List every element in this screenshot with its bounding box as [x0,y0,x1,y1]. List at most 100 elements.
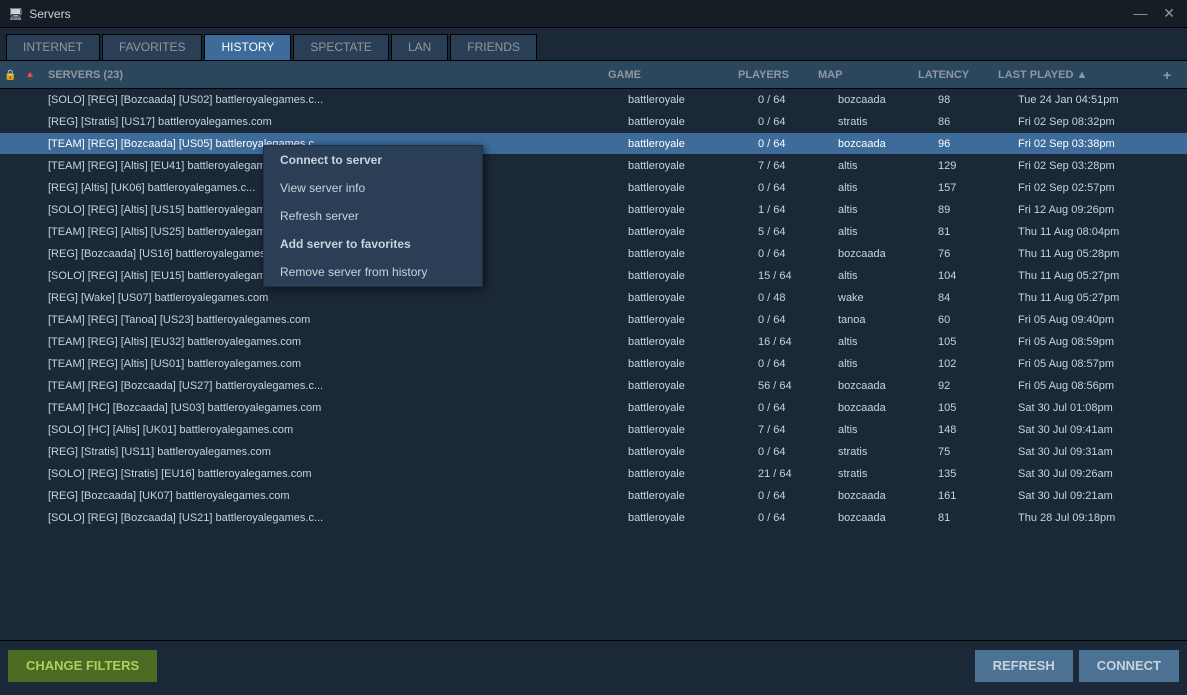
lock-icon: 🔒 [4,70,16,81]
row-game: battleroyale [628,380,758,392]
table-row[interactable]: [REG] [Bozcaada] [UK07] battleroyalegame… [0,485,1187,507]
row-map: altis [838,226,938,238]
title-bar: 🖥 Servers — ✕ [0,0,1187,28]
row-players: 7 / 64 [758,424,838,436]
table-row[interactable]: [SOLO] [REG] [Stratis] [EU16] battleroya… [0,463,1187,485]
change-filters-button[interactable]: CHANGE FILTERS [8,650,157,682]
table-row[interactable]: [TEAM] [REG] [Altis] [EU41] battleroyale… [0,155,1187,177]
table-row[interactable]: [REG] [Stratis] [US17] battleroyalegames… [0,111,1187,133]
row-game: battleroyale [628,402,758,414]
context-menu-item-view-info[interactable]: View server info [264,174,482,202]
row-latency: 92 [938,380,1018,392]
row-players: 0 / 64 [758,138,838,150]
row-lastplayed: Tue 24 Jan 04:51pm [1018,94,1183,106]
row-server-name: [REG] [Bozcaada] [UK07] battleroyalegame… [44,490,628,502]
row-server-name: [TEAM] [REG] [Bozcaada] [US27] battleroy… [44,380,628,392]
row-map: bozcaada [838,512,938,524]
row-map: bozcaada [838,490,938,502]
col-header-lastplayed[interactable]: LAST PLAYED ▲ [998,69,1163,81]
row-players: 0 / 64 [758,248,838,260]
table-row[interactable]: [TEAM] [REG] [Tanoa] [US23] battleroyale… [0,309,1187,331]
row-game: battleroyale [628,358,758,370]
refresh-button[interactable]: REFRESH [975,650,1073,682]
row-players: 16 / 64 [758,336,838,348]
row-lastplayed: Thu 11 Aug 08:04pm [1018,226,1183,238]
context-menu-item-connect[interactable]: Connect to server [264,146,482,174]
row-server-name: [SOLO] [REG] [Stratis] [EU16] battleroya… [44,468,628,480]
col-header-add[interactable]: + [1163,67,1183,83]
row-latency: 98 [938,94,1018,106]
table-row[interactable]: [SOLO] [HC] [Altis] [UK01] battleroyaleg… [0,419,1187,441]
col-header-players[interactable]: PLAYERS [738,69,818,81]
table-row[interactable]: [REG] [Stratis] [US11] battleroyalegames… [0,441,1187,463]
table-row[interactable]: [TEAM] [REG] [Bozcaada] [US27] battleroy… [0,375,1187,397]
row-game: battleroyale [628,270,758,282]
table-row[interactable]: [REG] [Bozcaada] [US16] battleroyalegame… [0,243,1187,265]
row-latency: 135 [938,468,1018,480]
table-row[interactable]: [SOLO] [REG] [Altis] [US15] battleroyale… [0,199,1187,221]
tab-history[interactable]: HISTORY [204,34,291,60]
row-players: 56 / 64 [758,380,838,392]
row-lastplayed: Sat 30 Jul 09:21am [1018,490,1183,502]
close-button[interactable]: ✕ [1159,5,1179,22]
minimize-button[interactable]: — [1129,5,1151,22]
row-game: battleroyale [628,446,758,458]
tab-lan[interactable]: LAN [391,34,448,60]
row-game: battleroyale [628,248,758,260]
row-server-name: [TEAM] [HC] [Bozcaada] [US03] battleroya… [44,402,628,414]
row-players: 5 / 64 [758,226,838,238]
row-players: 7 / 64 [758,160,838,172]
row-latency: 129 [938,160,1018,172]
table-row[interactable]: [TEAM] [REG] [Altis] [US01] battleroyale… [0,353,1187,375]
row-players: 0 / 64 [758,402,838,414]
row-lastplayed: Fri 05 Aug 08:59pm [1018,336,1183,348]
row-lastplayed: Fri 05 Aug 08:57pm [1018,358,1183,370]
tab-favorites[interactable]: FAVORITES [102,34,202,60]
tab-friends[interactable]: FRIENDS [450,34,537,60]
table-row[interactable]: [TEAM] [HC] [Bozcaada] [US03] battleroya… [0,397,1187,419]
row-lastplayed: Thu 11 Aug 05:27pm [1018,270,1183,282]
table-row[interactable]: [SOLO] [REG] [Altis] [EU15] battleroyale… [0,265,1187,287]
row-server-name: [REG] [Wake] [US07] battleroyalegames.co… [44,292,628,304]
row-game: battleroyale [628,490,758,502]
table-row[interactable]: [TEAM] [REG] [Bozcaada] [US05] battleroy… [0,133,1187,155]
row-latency: 96 [938,138,1018,150]
row-game: battleroyale [628,204,758,216]
table-row[interactable]: [TEAM] [REG] [Altis] [EU32] battleroyale… [0,331,1187,353]
row-server-name: [TEAM] [REG] [Tanoa] [US23] battleroyale… [44,314,628,326]
row-lastplayed: Fri 02 Sep 08:32pm [1018,116,1183,128]
row-map: stratis [838,116,938,128]
table-row[interactable]: [TEAM] [REG] [Altis] [US25] battleroyale… [0,221,1187,243]
col-header-game[interactable]: GAME [608,69,738,81]
row-map: altis [838,424,938,436]
row-map: altis [838,270,938,282]
context-menu-item-remove-history[interactable]: Remove server from history [264,258,482,286]
row-latency: 89 [938,204,1018,216]
col-header-latency[interactable]: LATENCY [918,69,998,81]
tab-spectate[interactable]: SPECTATE [293,34,389,60]
connect-button[interactable]: CONNECT [1079,650,1179,682]
row-players: 0 / 64 [758,358,838,370]
col-header-server[interactable]: SERVERS (23) [44,69,608,81]
table-row[interactable]: [SOLO] [REG] [Bozcaada] [US02] battleroy… [0,89,1187,111]
tab-internet[interactable]: INTERNET [6,34,100,60]
row-lastplayed: Thu 11 Aug 05:27pm [1018,292,1183,304]
table-row[interactable]: [REG] [Wake] [US07] battleroyalegames.co… [0,287,1187,309]
context-menu-item-refresh[interactable]: Refresh server [264,202,482,230]
row-players: 21 / 64 [758,468,838,480]
row-lastplayed: Fri 02 Sep 03:28pm [1018,160,1183,172]
row-players: 0 / 64 [758,94,838,106]
context-menu-item-add-favorites[interactable]: Add server to favorites [264,230,482,258]
row-latency: 104 [938,270,1018,282]
table-row[interactable]: [SOLO] [REG] [Bozcaada] [US21] battleroy… [0,507,1187,529]
table-row[interactable]: [REG] [Altis] [UK06] battleroyalegames.c… [0,177,1187,199]
row-game: battleroyale [628,138,758,150]
row-game: battleroyale [628,512,758,524]
row-latency: 86 [938,116,1018,128]
col-header-map[interactable]: MAP [818,69,918,81]
tab-bar: INTERNET FAVORITES HISTORY SPECTATE LAN … [0,28,1187,61]
row-lastplayed: Sat 30 Jul 01:08pm [1018,402,1183,414]
row-game: battleroyale [628,424,758,436]
right-buttons: REFRESH CONNECT [975,650,1179,682]
row-lastplayed: Thu 28 Jul 09:18pm [1018,512,1183,524]
